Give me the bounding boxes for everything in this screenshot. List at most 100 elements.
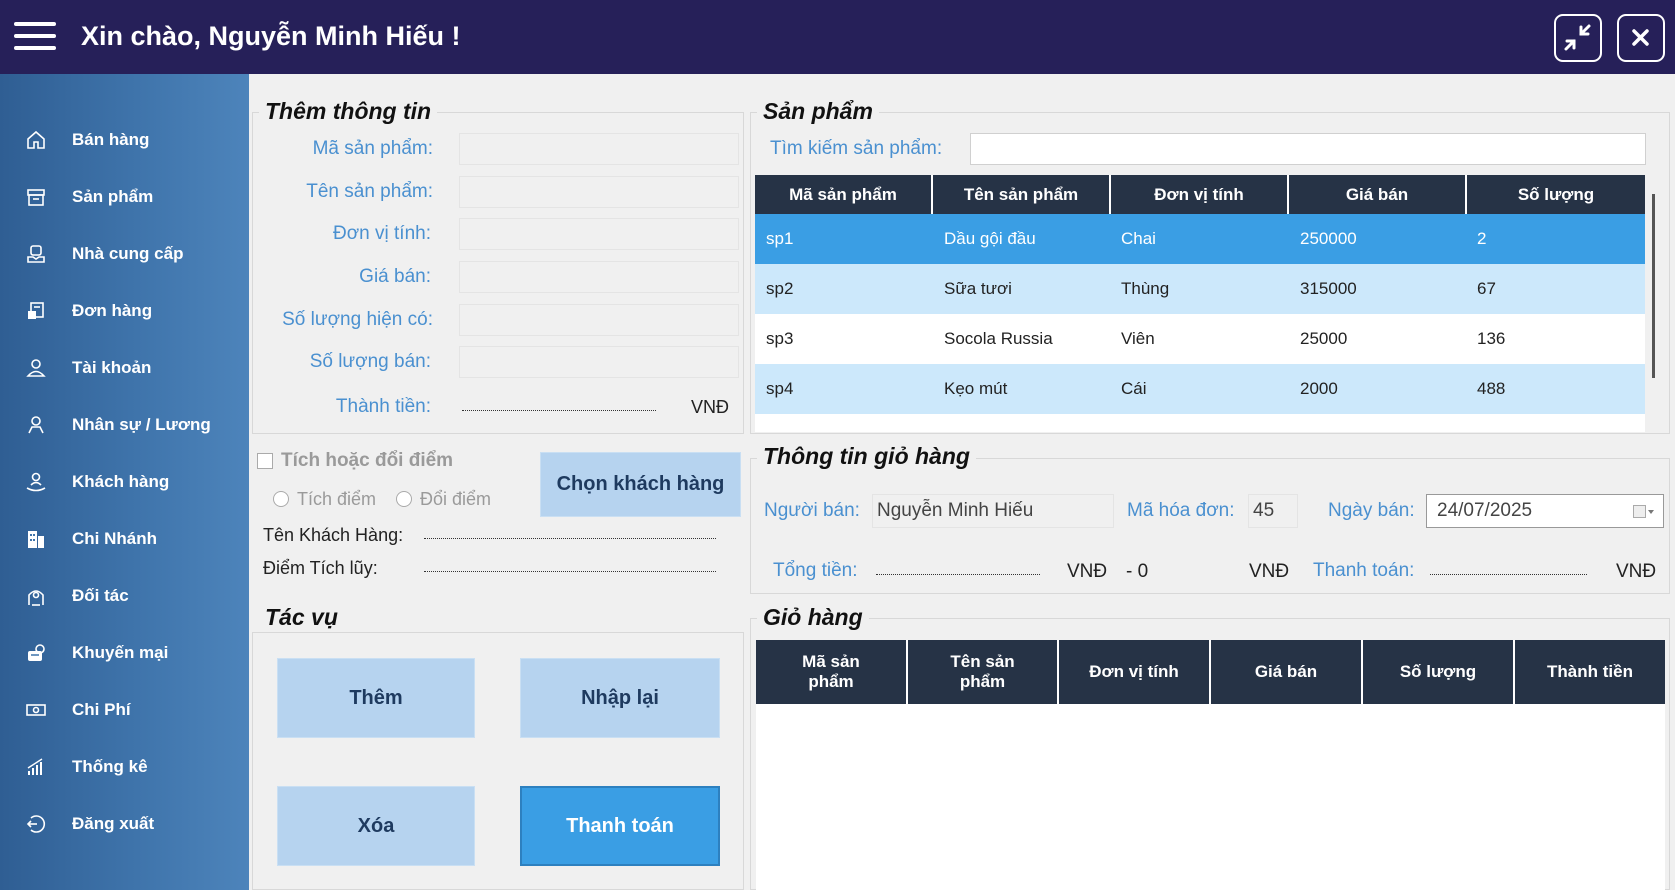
table-cell: Kẹo mút: [944, 379, 1008, 398]
sidebar-item-label: Tài khoản: [72, 358, 152, 377]
price-input[interactable]: [459, 261, 739, 293]
column-header[interactable]: Giá bán: [1289, 175, 1467, 215]
table-cell: 315000: [1300, 279, 1357, 298]
account-icon: [26, 359, 46, 377]
sidebar-item-nha-cung-cap[interactable]: Nhà cung cấp: [0, 230, 249, 278]
sidebar-item-khach-hang[interactable]: Khách hàng: [0, 458, 249, 506]
product-name-input[interactable]: [459, 176, 739, 208]
sidebar-item-label: Chi Nhánh: [72, 529, 157, 548]
table-cell: sp3: [766, 329, 794, 348]
loyalty-checkbox-label: Tích hoặc đổi điểm: [281, 450, 454, 471]
table-row[interactable]: sp1 Dầu gội đầu Chai 250000 2: [755, 214, 1645, 264]
calendar-dropdown-icon: [1633, 505, 1654, 518]
cart-total-currency: VNĐ: [1067, 561, 1108, 582]
cart-table-body[interactable]: [756, 704, 1665, 890]
sell-qty-label: Số lượng bán:: [309, 351, 431, 372]
sidebar-item-label: Đăng xuất: [72, 814, 155, 833]
invoice-input[interactable]: 45: [1248, 494, 1298, 528]
column-header[interactable]: Mã sản phẩm: [755, 175, 933, 215]
collapse-icon: [1564, 24, 1591, 51]
title-bar: Xin chào, Nguyễn Minh Hiếu !: [0, 0, 1675, 74]
minimize-button[interactable]: [1554, 14, 1602, 62]
product-search-input[interactable]: [970, 133, 1646, 165]
sidebar-item-chi-phi[interactable]: Chi Phí: [0, 686, 249, 734]
column-header[interactable]: Đơn vị tính: [1059, 640, 1211, 704]
table-cell: sp2: [766, 279, 794, 298]
customer-icon: [26, 472, 46, 492]
supplier-icon: [27, 245, 45, 263]
column-header[interactable]: Số lượng: [1467, 175, 1645, 215]
sidebar-item-nhan-su-luong[interactable]: Nhân sự / Lương: [0, 401, 249, 449]
sidebar-item-label: Bán hàng: [72, 130, 150, 149]
logout-icon: [26, 815, 46, 833]
loyalty-checkbox[interactable]: [257, 453, 273, 469]
hamburger-menu-icon[interactable]: [14, 20, 56, 52]
table-cell: sp4: [766, 379, 794, 398]
table-row[interactable]: sp4 Kẹo mút Cái 2000 488: [755, 364, 1645, 414]
points-value: [424, 570, 716, 572]
close-button[interactable]: [1617, 14, 1665, 62]
money-icon: [26, 704, 46, 716]
cart-total-value: [876, 573, 1040, 575]
sidebar-item-label: Đơn hàng: [72, 301, 153, 320]
checkout-button[interactable]: Thanh toán: [520, 786, 720, 866]
chart-icon: [27, 758, 43, 775]
reset-button[interactable]: Nhập lại: [520, 658, 720, 738]
column-header[interactable]: Đơn vị tính: [1111, 175, 1289, 215]
table-cell: Viên: [1121, 329, 1155, 348]
discount-currency: VNĐ: [1249, 561, 1290, 582]
sidebar-item-ban-hang[interactable]: Bán hàng: [0, 116, 249, 164]
choose-customer-button[interactable]: Chọn khách hàng: [540, 452, 741, 517]
column-header[interactable]: Tên sản phẩm: [908, 640, 1059, 704]
stock-input[interactable]: [459, 304, 739, 336]
table-row[interactable]: sp3 Socola Russia Viên 25000 136: [755, 314, 1645, 364]
date-picker[interactable]: 24/07/2025: [1426, 494, 1664, 528]
sidebar-item-don-hang[interactable]: Đơn hàng: [0, 287, 249, 335]
products-scrollbar[interactable]: [1652, 194, 1655, 378]
delete-button[interactable]: Xóa: [277, 786, 475, 866]
sidebar-item-san-pham[interactable]: Sản phẩm: [0, 173, 249, 221]
sidebar-item-doi-tac[interactable]: Đối tác: [0, 572, 249, 620]
sidebar-item-tai-khoan[interactable]: Tài khoản: [0, 344, 249, 392]
payment-value: [1430, 573, 1587, 575]
partner-icon: [28, 590, 44, 606]
invoice-label: Mã hóa đơn:: [1127, 500, 1235, 521]
redeem-radio[interactable]: [396, 491, 412, 507]
discount-value: - 0: [1126, 561, 1149, 582]
table-cell: 2000: [1300, 379, 1338, 398]
sell-qty-input[interactable]: [459, 346, 739, 378]
cart-info-title: Thông tin giỏ hàng: [757, 443, 976, 470]
sidebar-item-label: Nhà cung cấp: [72, 244, 184, 263]
product-code-input[interactable]: [459, 133, 739, 165]
accumulate-radio[interactable]: [273, 491, 289, 507]
column-header[interactable]: Tên sản phẩm: [933, 175, 1111, 215]
column-header[interactable]: Mã sản phẩm: [756, 640, 908, 704]
seller-input[interactable]: Nguyễn Minh Hiếu: [872, 494, 1114, 528]
sidebar-item-label: Nhân sự / Lương: [72, 415, 211, 434]
staff-icon: [28, 416, 44, 434]
sidebar-item-chi-nhanh[interactable]: Chi Nhánh: [0, 515, 249, 563]
search-label: Tìm kiếm sản phẩm:: [770, 138, 943, 159]
sidebar-item-label: Sản phẩm: [72, 187, 154, 206]
greeting-text: Xin chào, Nguyễn Minh Hiếu !: [81, 21, 461, 51]
column-header[interactable]: Thành tiền: [1515, 640, 1665, 704]
table-cell: Dầu gội đầu: [944, 229, 1036, 248]
column-header[interactable]: Số lượng: [1363, 640, 1515, 704]
column-header[interactable]: Giá bán: [1211, 640, 1363, 704]
table-cell: 2: [1477, 229, 1487, 248]
table-cell: Chai: [1121, 229, 1156, 248]
unit-input[interactable]: [459, 218, 739, 250]
sidebar-item-khuyen-mai[interactable]: Khuyến mại: [0, 629, 249, 677]
cart-title: Giỏ hàng: [757, 604, 869, 631]
product-code-label: Mã sản phẩm:: [312, 138, 433, 159]
table-cell: Socola Russia: [944, 329, 1053, 348]
table-row[interactable]: sp2 Sữa tươi Thùng 315000 67: [755, 264, 1645, 314]
sidebar-item-thong-ke[interactable]: Thống kê: [0, 743, 249, 791]
table-cell: 25000: [1300, 329, 1348, 348]
sidebar-item-label: Chi Phí: [72, 700, 131, 719]
add-button[interactable]: Thêm: [277, 658, 475, 738]
table-cell: Thùng: [1121, 279, 1170, 298]
sidebar-item-dang-xuat[interactable]: Đăng xuất: [0, 800, 249, 848]
table-cell: 488: [1477, 379, 1506, 398]
box-icon: [27, 189, 45, 206]
